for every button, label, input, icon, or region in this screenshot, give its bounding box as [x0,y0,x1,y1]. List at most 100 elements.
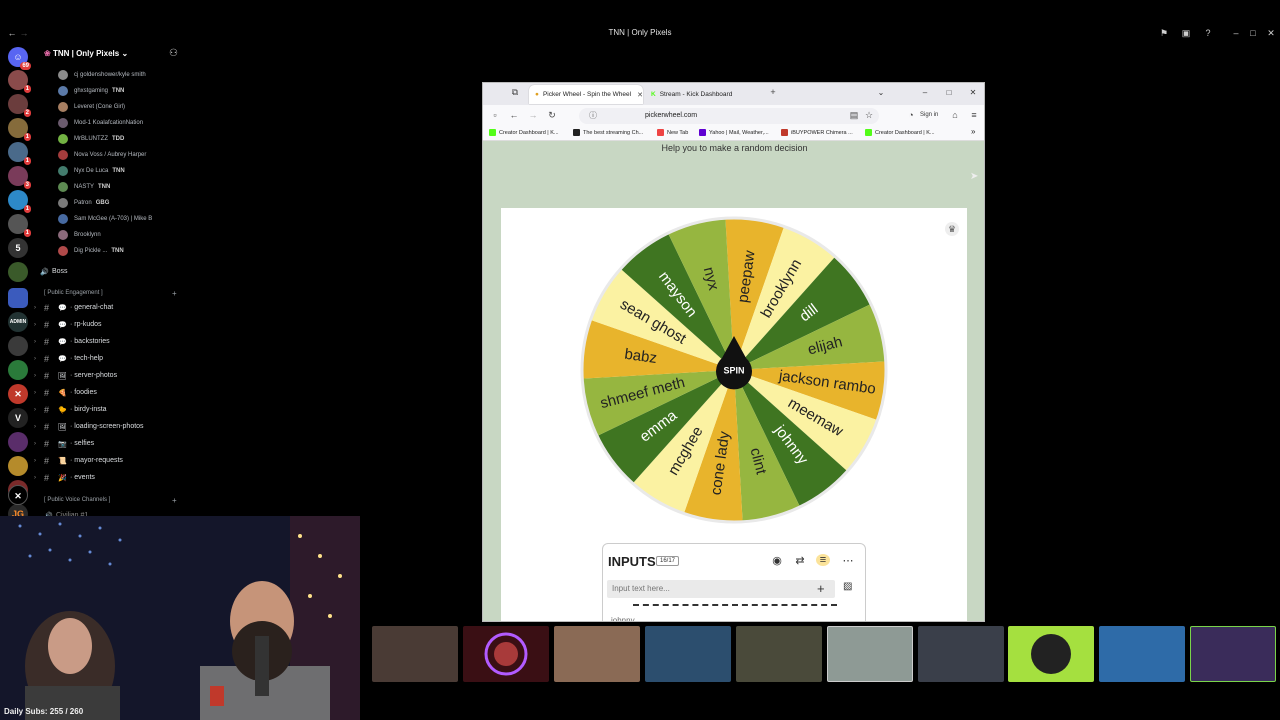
close-tab-icon[interactable]: ✕ [637,91,643,99]
new-tab-icon[interactable]: + [767,87,779,97]
bookmark-item[interactable]: Creator Dashboard | K... [489,129,559,136]
video-tile[interactable] [1008,626,1094,682]
voice-member[interactable]: MrBLUNTZZ TDD [58,132,124,146]
server-name[interactable]: ❀ TNN | Only Pixels ⌄ [44,49,128,58]
server-icon[interactable] [8,432,28,452]
voice-channel-boss[interactable]: 🔊 Boss [40,264,186,279]
more-options-icon[interactable]: ⋯ [841,554,855,567]
server-icon[interactable] [8,336,28,356]
back-icon[interactable]: ← [508,110,520,120]
category-public-engagement[interactable]: [ Public Engagement ] [44,290,103,296]
server-icon[interactable] [8,360,28,380]
extensions-icon[interactable]: ⌂ [949,110,961,120]
sidebar-icon[interactable]: ▫ [489,110,501,120]
voice-member[interactable]: ghxstgaming TNN [58,84,124,98]
dm-avatar[interactable]: 1 [8,70,31,93]
add-image-icon[interactable]: ▨ [843,581,852,592]
dm-avatar[interactable]: 1 [8,190,31,213]
maximize-icon[interactable]: □ [1247,28,1259,38]
bookmarks-overflow-icon[interactable]: » [971,127,975,136]
dm-avatar[interactable]: 3 [8,166,31,189]
shuffle-icon[interactable]: ⇄ [793,554,807,567]
channel-general-chat[interactable]: › # 💬 · general-chat [34,300,180,315]
sign-in-link[interactable]: Sign in [920,112,938,118]
bookmark-item[interactable]: New Tab [657,129,688,136]
video-tile[interactable] [1190,626,1276,682]
forward-icon[interactable]: → [527,110,539,120]
voice-member[interactable]: Patron GBG [58,196,109,210]
list-icon[interactable]: ≡ [816,554,830,566]
video-tile[interactable] [1099,626,1185,682]
account-icon[interactable]: ◔ [905,110,917,120]
channel-foodies[interactable]: › # 🍕 · foodies [34,385,180,400]
maximize-icon[interactable]: □ [943,88,955,97]
channel-loading-screen-photos[interactable]: › # 🖼 · loading-screen-photos [34,419,180,434]
voice-member[interactable]: Brooklynn [58,228,101,242]
server-icon[interactable]: ✕ [8,384,28,404]
tab-kick-dashboard[interactable]: K Stream - Kick Dashboard [645,85,765,104]
server-icon[interactable] [8,456,28,476]
server-icon[interactable]: V [8,408,28,428]
inbox-icon[interactable]: ▣ [1180,28,1192,39]
help-icon[interactable]: ? [1202,28,1214,38]
entry-item[interactable]: johnny [611,616,635,621]
voice-member[interactable]: Mod-1 KoalafcationNation [58,116,143,130]
input-text-field[interactable] [607,580,835,598]
video-tile[interactable] [645,626,731,682]
video-tile[interactable] [918,626,1004,682]
bookmark-item[interactable]: Yahoo | Mail, Weather,... [699,129,769,136]
channel-mayor-requests[interactable]: › # 📜 · mayor-requests [34,453,180,468]
minimize-icon[interactable]: – [919,88,931,97]
video-tile[interactable] [827,626,913,682]
video-tile[interactable] [736,626,822,682]
folder-icon[interactable] [8,288,28,308]
tab-picker-wheel[interactable]: ● Picker Wheel - Spin the Wheel ✕ [529,85,643,104]
voice-member[interactable]: Nyx De Luca TNN [58,164,125,178]
close-icon[interactable]: ✕ [1265,28,1277,39]
bookmark-item[interactable]: iBUYPOWER Chimera ... [781,129,853,136]
dm-avatar[interactable]: 1 [8,118,31,141]
voice-member[interactable]: Dig Pickle ... TNN [58,244,124,258]
dm-avatar[interactable]: 1 [8,142,31,165]
category-public-voice[interactable]: [ Public Voice Channels ] [44,497,110,503]
channel-server-photos[interactable]: › # 🖼 · server-photos [34,368,180,383]
channel-tech-help[interactable]: › # 💬 · tech-help [34,351,180,366]
eye-icon[interactable]: ◉ [770,554,784,567]
tab-overflow-icon[interactable]: ⌄ [875,88,887,97]
dm-avatar[interactable]: 2 [8,94,31,117]
reader-view-icon[interactable]: ▤ [848,110,860,121]
tab-list-icon[interactable]: ⧉ [509,87,521,98]
discord-home-icon[interactable]: ☺ 69 [8,47,31,70]
server-icon[interactable]: 5 [8,238,28,258]
video-tile[interactable] [372,626,458,682]
server-icon[interactable] [8,262,28,282]
dm-avatar[interactable]: 1 [8,214,31,237]
reload-icon[interactable]: ↻ [546,110,558,121]
minimize-icon[interactable]: – [1230,28,1242,38]
address-bar[interactable]: pickerwheel.com [579,108,879,124]
voice-member[interactable]: Sam McGee (A-703) | Mike B [58,212,152,226]
server-icon-admin[interactable]: ADMIN [8,312,28,332]
voice-member[interactable]: cj goldenshower/kyle smith [58,68,146,82]
page-info-icon[interactable]: ⓘ [589,110,597,121]
channel-backstories[interactable]: › # 💬 · backstories [34,334,180,349]
flag-icon[interactable]: ⚑ [1158,28,1170,39]
add-entry-icon[interactable]: + [817,581,825,596]
channel-events[interactable]: › # 🎉 · events [34,470,180,485]
video-tile[interactable] [463,626,549,682]
close-window-icon[interactable]: ✕ [967,88,979,97]
channel-rp-kudos[interactable]: › # 💬 · rp-kudos [34,317,180,332]
channel-selfies[interactable]: › # 📷 · selfies [34,436,180,451]
voice-member[interactable]: NASTY TNN [58,180,110,194]
spin-wheel[interactable]: peepawbrooklynndillelijahjackson rambome… [501,208,967,538]
voice-member[interactable]: Leveret (Cone Girl) [58,100,125,114]
bookmark-item[interactable]: The best streaming Ch... [573,129,643,136]
spin-label[interactable]: SPIN [723,365,744,375]
x-server-icon[interactable]: ✕ [8,485,28,505]
bookmark-star-icon[interactable]: ☆ [863,110,875,121]
add-friend-icon[interactable]: ⚇ [169,48,178,59]
bookmark-item[interactable]: Creator Dashboard | K... [865,129,935,136]
channel-birdy-insta[interactable]: › # 🐤 · birdy-insta [34,402,180,417]
menu-icon[interactable]: ≡ [968,110,980,120]
voice-member[interactable]: Nova Voss / Aubrey Harper [58,148,146,162]
